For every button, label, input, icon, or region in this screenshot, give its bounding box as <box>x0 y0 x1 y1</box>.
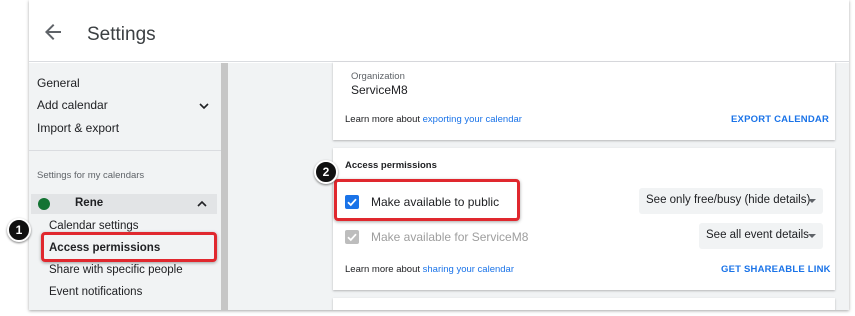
public-access-value: See only free/busy (hide details) <box>646 194 811 206</box>
sidebar-item-calendar-settings[interactable]: Calendar settings <box>49 220 139 232</box>
app-header: Settings <box>29 0 849 62</box>
export-calendar-button[interactable]: EXPORT CALENDAR <box>731 114 829 125</box>
sharing-learn-more: Learn more about sharing your calendar <box>345 264 514 275</box>
chevron-down-icon[interactable] <box>199 101 209 111</box>
callout-badge-2: 2 <box>314 160 338 184</box>
callout-highlight-public-checkbox <box>334 179 520 221</box>
sidebar-scrollbar[interactable] <box>221 63 228 310</box>
sidebar-item-import-export[interactable]: Import & export <box>37 121 119 135</box>
section-label-my-calendars: Settings for my calendars <box>37 170 145 181</box>
public-access-select[interactable]: See only free/busy (hide details) <box>639 188 823 214</box>
sidebar-separator <box>29 150 221 151</box>
organization-value: ServiceM8 <box>351 83 408 97</box>
settings-window: Settings General Add calendar Import & e… <box>29 0 849 310</box>
arrow-left-icon <box>45 24 61 40</box>
exporting-link[interactable]: exporting your calendar <box>423 114 522 125</box>
calendar-name: Rene <box>75 197 104 209</box>
org-checkbox[interactable] <box>345 230 359 244</box>
callout-badge-1: 1 <box>7 218 31 242</box>
chevron-up-icon[interactable] <box>197 199 207 209</box>
sidebar-item-general[interactable]: General <box>37 76 80 90</box>
check-icon <box>347 233 357 242</box>
export-card: Organization ServiceM8 Learn more about … <box>333 62 835 140</box>
export-learn-more: Learn more about exporting your calendar <box>345 114 522 125</box>
dropdown-arrow-icon <box>808 234 816 238</box>
org-access-select[interactable]: See all event details <box>699 223 823 249</box>
callout-highlight-access-permissions <box>41 232 217 262</box>
calendar-color-dot <box>38 198 50 210</box>
dropdown-arrow-icon <box>808 199 816 203</box>
page-title: Settings <box>87 24 156 45</box>
sidebar-item-event-notifications[interactable]: Event notifications <box>49 286 142 298</box>
org-checkbox-label: Make available for ServiceM8 <box>371 230 529 244</box>
access-permissions-title: Access permissions <box>345 160 437 171</box>
sharing-link[interactable]: sharing your calendar <box>423 264 514 275</box>
sidebar-calendar-rene[interactable]: Rene <box>31 194 217 214</box>
org-access-value: See all event details <box>706 229 809 241</box>
next-card <box>333 298 835 310</box>
get-shareable-link-button[interactable]: GET SHAREABLE LINK <box>721 264 831 275</box>
back-button[interactable] <box>41 20 65 44</box>
sidebar-item-share-with-people[interactable]: Share with specific people <box>49 264 183 276</box>
sidebar-item-add-calendar[interactable]: Add calendar <box>37 98 108 112</box>
organization-label: Organization <box>351 71 405 82</box>
